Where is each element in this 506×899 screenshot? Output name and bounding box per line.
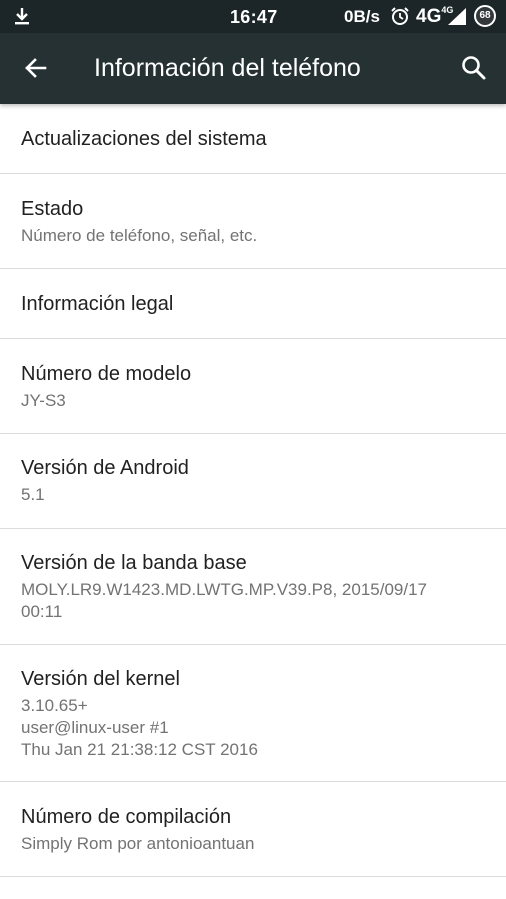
- list-item-baseband-version: Versión de la banda base MOLY.LR9.W1423.…: [0, 529, 506, 645]
- phone-info-screen: 16:47 0B/s 4G4G 68 Información del teléf…: [0, 0, 506, 899]
- item-subtitle: Simply Rom por antonioantuan: [21, 834, 255, 853]
- item-title: Versión de Android: [21, 457, 189, 479]
- list-item-kernel-version: Versión del kernel 3.10.65+ user@linux-u…: [0, 645, 506, 782]
- list-item-legal-info[interactable]: Información legal: [0, 269, 506, 339]
- list-item-system-updates[interactable]: Actualizaciones del sistema: [0, 104, 506, 174]
- app-toolbar: Información del teléfono: [0, 33, 506, 104]
- list-item-status[interactable]: Estado Número de teléfono, señal, etc.: [0, 174, 506, 269]
- item-title: Versión de la banda base: [21, 552, 247, 574]
- battery-level: 68: [479, 10, 491, 21]
- alarm-icon: [391, 7, 409, 25]
- item-title: Versión del kernel: [21, 668, 180, 690]
- list-item-android-version[interactable]: Versión de Android 5.1: [0, 434, 506, 529]
- item-title: Actualizaciones del sistema: [21, 128, 267, 150]
- status-time: 16:47: [230, 7, 278, 27]
- item-subtitle: JY-S3: [21, 391, 66, 410]
- page-title: Información del teléfono: [94, 54, 361, 82]
- status-bar: 16:47 0B/s 4G4G 68: [0, 0, 506, 33]
- item-title: Número de compilación: [21, 806, 232, 828]
- battery-icon: 68: [474, 5, 496, 27]
- item-subtitle: 3.10.65+ user@linux-user #1 Thu Jan 21 2…: [21, 696, 258, 759]
- item-title: Estado: [21, 198, 84, 220]
- item-subtitle: MOLY.LR9.W1423.MD.LWTG.MP.V39.P8, 2015/0…: [21, 580, 427, 621]
- list-item-build-number[interactable]: Número de compilación Simply Rom por ant…: [0, 782, 506, 877]
- item-title: Información legal: [21, 293, 174, 315]
- download-icon: [15, 8, 29, 25]
- item-subtitle: Número de teléfono, señal, etc.: [21, 226, 258, 245]
- signal-icon: [448, 8, 466, 25]
- item-title: Número de modelo: [21, 363, 192, 385]
- item-subtitle: 5.1: [21, 485, 45, 504]
- list-item-model-number: Número de modelo JY-S3: [0, 339, 506, 434]
- search-icon[interactable]: [452, 46, 496, 90]
- network-speed: 0B/s: [344, 7, 380, 26]
- arrow-back-icon[interactable]: [14, 46, 58, 90]
